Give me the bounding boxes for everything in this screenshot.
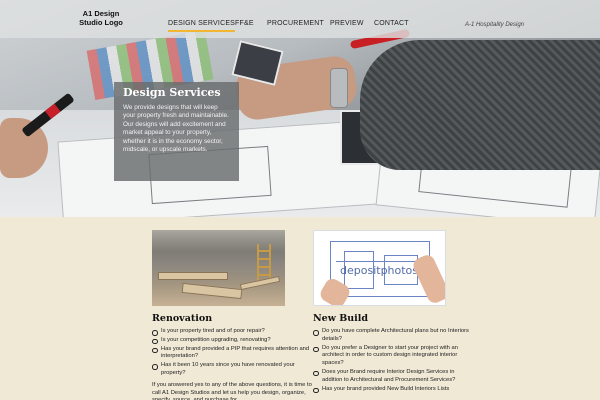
nav-procurement[interactable]: PROCUREMENT [267, 20, 324, 27]
renovation-list: Is your property tired and of poor repai… [152, 328, 312, 378]
list-item: Has your brand provided New Build Interi… [313, 386, 473, 394]
list-item: Do you have complete Architectural plans… [313, 328, 473, 344]
list-item: Is your property tired and of poor repai… [152, 328, 312, 336]
list-item: Does your Brand require Interior Design … [313, 369, 473, 385]
list-item: Has it been 10 years since you have reno… [152, 362, 312, 378]
new-build-heading: New Build [313, 313, 369, 324]
nav-design-services[interactable]: DESIGN SERVICES [168, 20, 236, 32]
renovation-section: Renovation Is your property tired and of… [152, 230, 312, 400]
site-logo[interactable]: A1 Design Studio Logo [76, 9, 126, 27]
new-build-section: depositphotos New Build Do you have comp… [313, 230, 473, 394]
logo-line-2: Studio Logo [79, 18, 123, 27]
hero-description: We provide designs that will keep your p… [123, 104, 229, 154]
logo-line-1: A1 Design [82, 9, 120, 18]
renovation-heading: Renovation [152, 313, 213, 324]
renovation-image [152, 230, 285, 306]
image-watermark: depositphotos [340, 264, 419, 277]
site-tagline: A-1 Hospitality Design [464, 22, 524, 28]
blueprint-line [336, 261, 426, 262]
nav-ffe[interactable]: FF&E [235, 20, 254, 27]
new-build-image: depositphotos [313, 230, 446, 306]
lumber-shape [158, 272, 228, 280]
nav-preview[interactable]: PREVIEW [330, 20, 364, 27]
list-item: Has your brand provided a PIP that requi… [152, 346, 312, 362]
hero-title: Design Services [123, 86, 221, 99]
nav-contact[interactable]: CONTACT [374, 20, 409, 27]
new-build-list: Do you have complete Architectural plans… [313, 328, 473, 393]
list-item: Do you prefer a Designer to start your p… [313, 345, 473, 368]
hero-overlay-panel: Design Services We provide designs that … [114, 82, 239, 181]
lumber-shape [181, 282, 243, 300]
list-item: Is your competition upgrading, renovatin… [152, 337, 312, 345]
hero-sleeve [360, 40, 600, 170]
hero-watch [330, 68, 348, 108]
top-nav: A1 Design Studio Logo DESIGN SERVICES FF… [0, 0, 600, 38]
renovation-body: If you answered yes to any of the above … [152, 381, 312, 400]
